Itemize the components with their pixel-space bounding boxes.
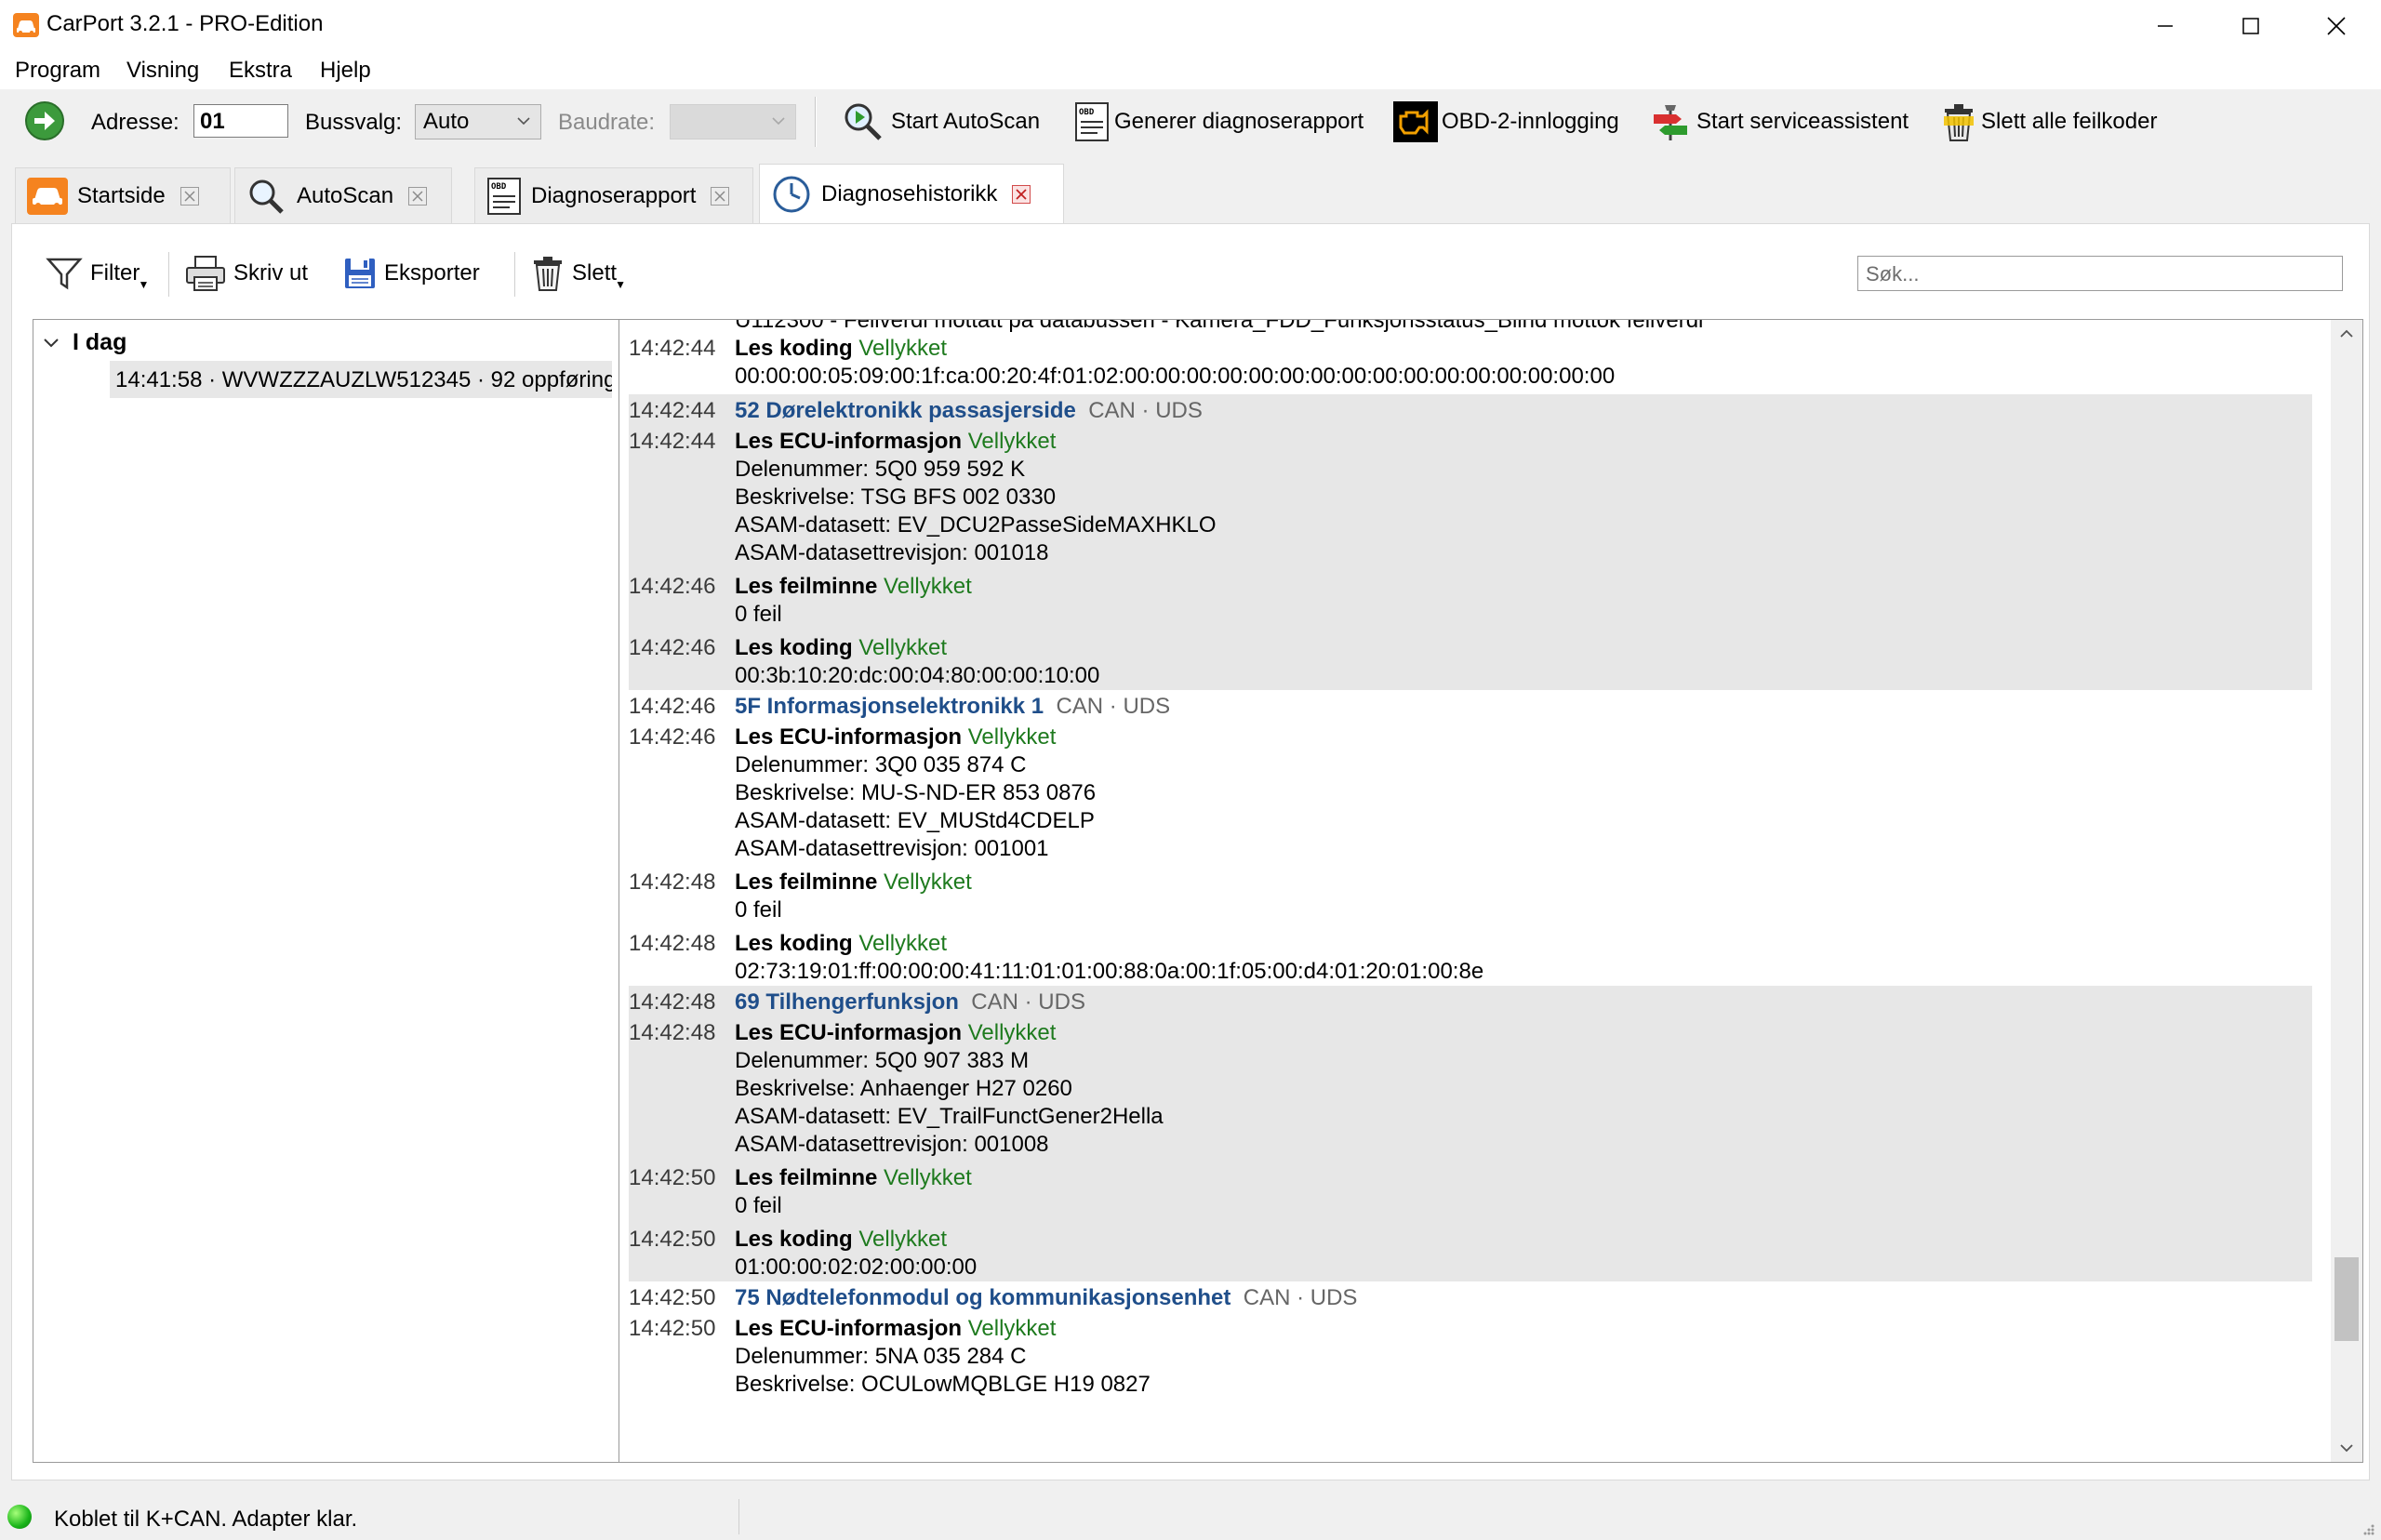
obd-report-icon: OBD (486, 177, 522, 216)
baud-select[interactable] (670, 104, 796, 139)
funnel-icon (46, 255, 83, 292)
baud-label: Baudrate: (558, 110, 656, 135)
car-icon (27, 177, 68, 215)
menu-ekstra[interactable]: Ekstra (229, 58, 292, 84)
scroll-thumb[interactable] (2334, 1257, 2359, 1341)
tree-group-label: I dag (73, 329, 127, 355)
service-assistant-button[interactable]: Start serviceassistent (1648, 99, 1909, 145)
main-toolbar: Adresse: 01 Bussvalg: Auto Baudrate: Sta… (0, 89, 2381, 155)
tab-close-icon[interactable] (180, 186, 199, 206)
engine-warning-icon (1393, 101, 1438, 142)
ecu-block-5f: 14:42:46 5F Informasjonselektronikk 1 CAN… (629, 694, 1484, 984)
maximize-button[interactable] (2208, 0, 2294, 52)
tab-close-icon[interactable] (1012, 184, 1031, 204)
address-input[interactable]: 01 (193, 104, 288, 138)
history-tree: I dag 14:41:58 · WVWZZZAUZLW512345 · 92 … (33, 319, 620, 1463)
export-button[interactable]: Eksporter (343, 252, 480, 295)
toolbar-separator (514, 252, 515, 297)
dropdown-arrow-icon: ▼ (615, 278, 627, 291)
trash-icon (531, 255, 565, 292)
history-log: U112300 - Feilverdi mottatt på databusse… (619, 319, 2363, 1463)
dropdown-arrow-icon: ▼ (138, 278, 150, 291)
ecu-title[interactable]: 69 Tilhengerfunksjon (735, 989, 959, 1015)
print-button[interactable]: Skriv ut (185, 252, 308, 295)
search-input[interactable]: Søk... (1857, 256, 2343, 291)
menu-program[interactable]: Program (15, 58, 100, 84)
bus-select[interactable]: Auto (415, 104, 541, 139)
delete-button[interactable]: Slett ▼ (531, 252, 626, 295)
connect-arrow-icon[interactable] (24, 100, 65, 141)
title-bar: CarPort 3.2.1 - PRO-Edition (0, 0, 2381, 52)
history-toolbar: Filter ▼ Skriv ut Eksporter Slett ▼ Søk.… (12, 224, 2369, 312)
scroll-down-icon[interactable] (2339, 1443, 2354, 1453)
chevron-down-icon[interactable] (43, 338, 60, 349)
menu-visning[interactable]: Visning (126, 58, 199, 84)
log-content: U112300 - Feilverdi mottatt på databusse… (629, 320, 2312, 1399)
status-bar: Koblet til K+CAN. Adapter klar. (0, 1492, 2381, 1540)
clear-codes-button[interactable]: Slett alle feilkoder (1940, 99, 2157, 145)
tab-diagnoserapport[interactable]: OBD Diagnoserapport (474, 167, 753, 223)
tree-group-today[interactable]: I dag (43, 329, 126, 356)
status-separator (738, 1499, 739, 1534)
ecu-title[interactable]: 5F Informasjonselektronikk 1 (735, 694, 1044, 719)
log-partial-line: U112300 - Feilverdi mottatt på databusse… (735, 319, 1704, 333)
status-led-icon (7, 1505, 32, 1529)
printer-icon (185, 255, 226, 292)
ecu-block-69: 14:42:48 69 Tilhengerfunksjon CAN · UDS 1… (629, 986, 2312, 1281)
resize-grip-icon[interactable] (2361, 1521, 2375, 1536)
autoscan-icon (843, 101, 887, 142)
svg-text:OBD: OBD (491, 182, 507, 192)
tab-close-icon[interactable] (408, 186, 428, 206)
ecu-block-75: 14:42:50 75 Nødtelefonmodul og kommunikas… (629, 1285, 1358, 1397)
magnifier-icon (246, 178, 287, 215)
ecu-title[interactable]: 52 Dørelektronikk passasjerside (735, 398, 1076, 423)
close-button[interactable] (2294, 0, 2379, 52)
obd-login-button[interactable]: OBD-2-innlogging (1393, 99, 1619, 145)
status-text: Koblet til K+CAN. Adapter klar. (54, 1507, 358, 1532)
ecu-title[interactable]: 75 Nødtelefonmodul og kommunikasjonsenhe… (735, 1285, 1230, 1310)
filter-button[interactable]: Filter ▼ (46, 252, 149, 295)
tab-autoscan[interactable]: AutoScan (234, 167, 452, 223)
menu-bar: Program Visning Ekstra Hjelp (0, 52, 2381, 89)
tab-startside[interactable]: Startside (15, 167, 231, 223)
wrench-signpost-icon (1648, 101, 1693, 142)
obd-report-icon: OBD (1073, 101, 1111, 142)
start-autoscan-button[interactable]: Start AutoScan (843, 99, 1040, 145)
minimize-button[interactable] (2122, 0, 2208, 52)
toolbar-separator (815, 97, 817, 147)
ecu-block-52: 14:42:44 52 Dørelektronikk passasjerside … (629, 394, 2312, 690)
generate-report-button[interactable]: OBD Generer diagnoserapport (1073, 99, 1363, 145)
clock-icon (771, 174, 812, 215)
app-car-icon (13, 13, 39, 37)
bus-select-value: Auto (423, 109, 470, 134)
tree-session-entry[interactable]: 14:41:58 · WVWZZZAUZLW512345 · 92 oppfør… (110, 361, 612, 398)
coding-value: 00:00:00:05:09:00:1f:ca:00:20:4f:01:02:0… (735, 364, 1616, 389)
log-scrollbar[interactable] (2331, 320, 2362, 1462)
toolbar-separator (168, 252, 169, 297)
address-label: Adresse: (91, 110, 180, 135)
tab-strip: Startside AutoScan OBD Diagnoserapport D… (0, 154, 2381, 223)
history-panel: Filter ▼ Skriv ut Eksporter Slett ▼ Søk.… (11, 223, 2370, 1480)
trash-icon (1940, 101, 1977, 142)
scroll-up-icon[interactable] (2339, 329, 2354, 339)
log-block-top: 14:42:44 Les koding Vellykket 00:00:00:05… (629, 335, 2312, 391)
svg-text:OBD: OBD (1079, 108, 1095, 117)
window-title: CarPort 3.2.1 - PRO-Edition (47, 11, 324, 36)
tab-diagnosehistorikk[interactable]: Diagnosehistorikk (759, 164, 1064, 223)
floppy-disk-icon (343, 257, 377, 290)
chevron-down-icon (771, 116, 786, 126)
menu-hjelp[interactable]: Hjelp (320, 58, 371, 84)
chevron-down-icon (516, 116, 531, 126)
bus-label: Bussvalg: (305, 110, 403, 135)
tab-close-icon[interactable] (711, 186, 730, 206)
